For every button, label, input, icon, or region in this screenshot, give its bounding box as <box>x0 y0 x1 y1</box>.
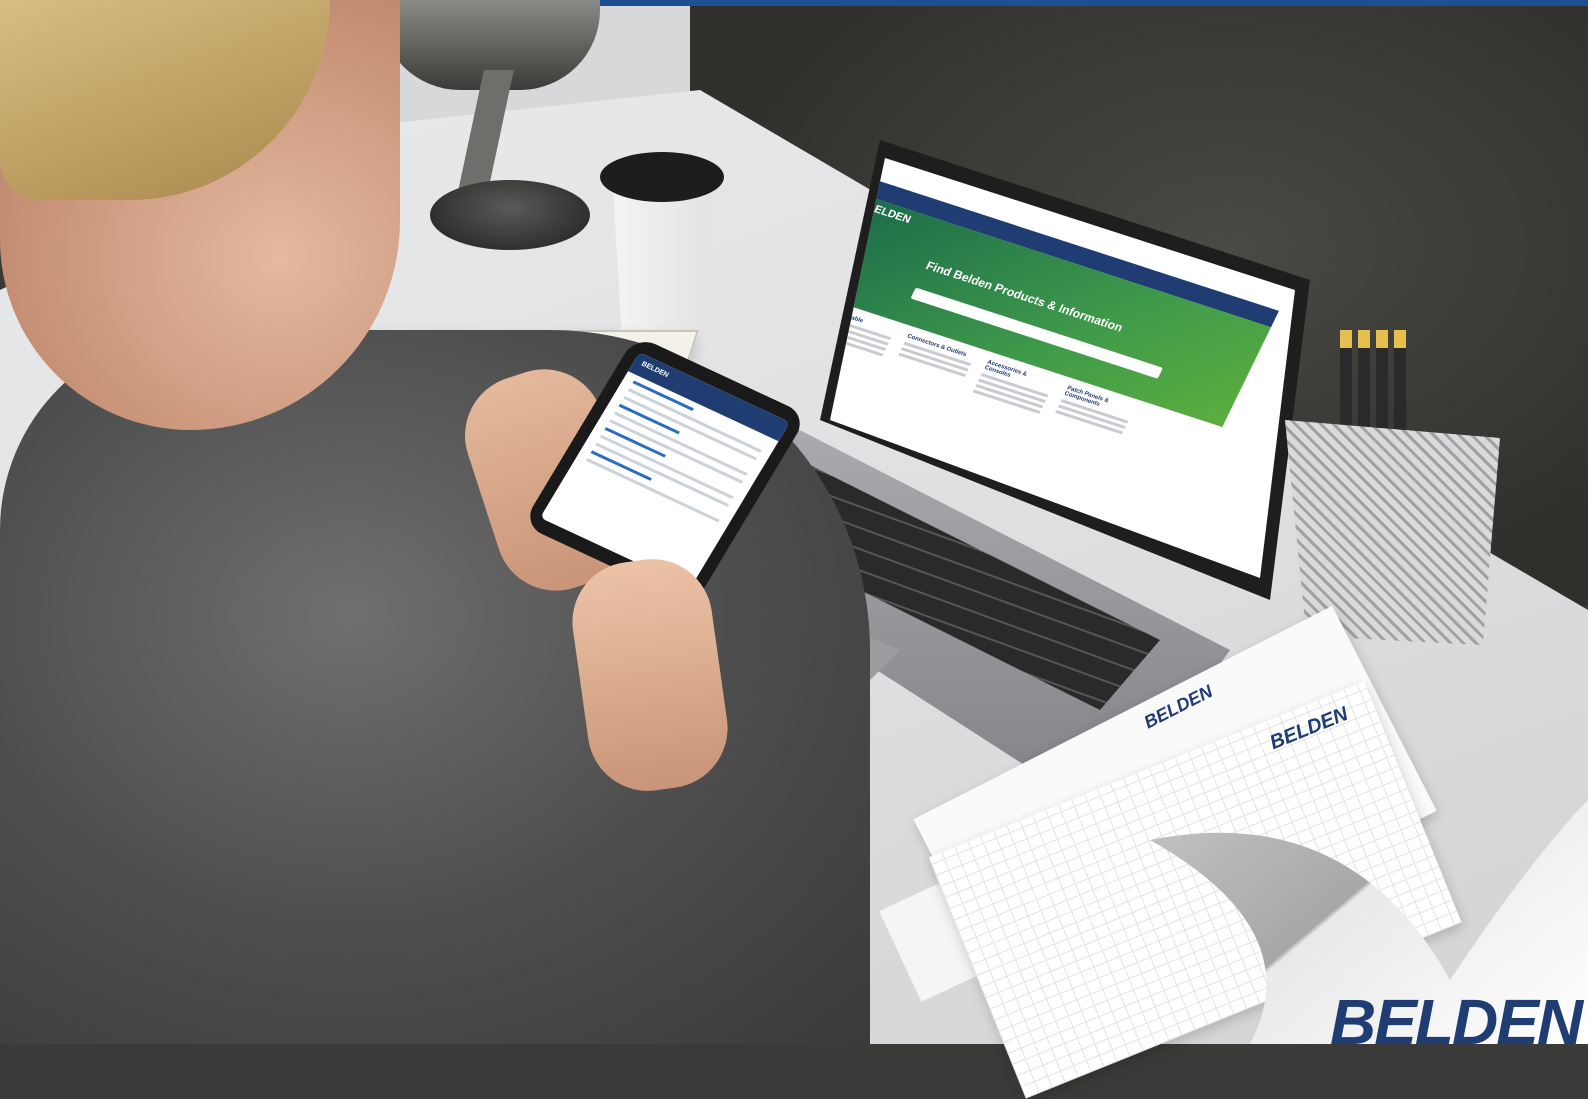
pencil-tip <box>1376 330 1388 348</box>
pencil-tip <box>1394 330 1406 348</box>
corner-brand-logo: BELDEN <box>1330 986 1583 1058</box>
pencil-tip <box>1358 330 1370 348</box>
desk-lamp-base <box>430 180 590 250</box>
pencil-tip <box>1340 330 1352 348</box>
coffee-cup-lid <box>600 152 724 202</box>
mesh-pencil-cup <box>1285 420 1500 645</box>
